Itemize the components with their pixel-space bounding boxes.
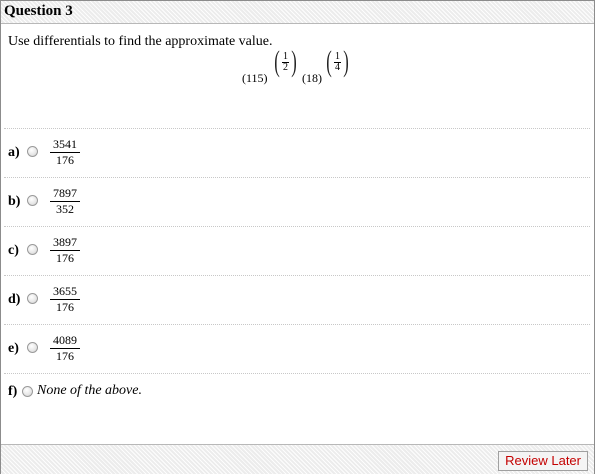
- option-e-fraction: 4089 176: [50, 334, 80, 363]
- question-footer: Review Later: [1, 444, 594, 474]
- review-later-button[interactable]: Review Later: [498, 451, 588, 471]
- divider: [4, 177, 590, 178]
- fraction-denominator: 352: [56, 202, 74, 216]
- divider: [4, 128, 590, 129]
- question-prompt: Use differentials to find the approximat…: [8, 34, 273, 49]
- fraction-numerator: 3897: [50, 236, 80, 251]
- exponent-1-numerator: 1: [282, 50, 289, 63]
- option-letter: d): [8, 292, 21, 307]
- option-f[interactable]: f) None of the above.: [8, 381, 308, 421]
- fraction-numerator: 4089: [50, 334, 80, 349]
- fraction-denominator: 176: [56, 251, 74, 265]
- option-a-radio[interactable]: [27, 146, 38, 157]
- option-b-fraction: 7897 352: [50, 187, 80, 216]
- fraction-denominator: 176: [56, 349, 74, 363]
- divider: [4, 275, 590, 276]
- fraction-denominator: 176: [56, 300, 74, 314]
- exponent-1-denominator: 2: [283, 61, 288, 73]
- option-letter: b): [8, 194, 21, 209]
- option-f-radio[interactable]: [22, 386, 33, 397]
- fraction-numerator: 7897: [50, 187, 80, 202]
- option-a-fraction: 3541 176: [50, 138, 80, 167]
- divider: [4, 324, 590, 325]
- question-title: Question 3: [4, 3, 73, 19]
- option-e-radio[interactable]: [27, 342, 38, 353]
- expression-exponent-1: ( 1 2 ): [274, 45, 297, 78]
- option-letter: a): [8, 145, 20, 160]
- option-letter: c): [8, 243, 19, 258]
- question-header: Question 3: [1, 1, 594, 24]
- option-c-radio[interactable]: [27, 244, 38, 255]
- fraction-denominator: 176: [56, 153, 74, 167]
- fraction-numerator: 3541: [50, 138, 80, 153]
- expression-exponent-2: ( 1 4 ): [326, 45, 349, 78]
- option-d-fraction: 3655 176: [50, 285, 80, 314]
- option-f-text: None of the above.: [37, 383, 142, 398]
- exponent-2-numerator: 1: [334, 50, 341, 63]
- option-c-fraction: 3897 176: [50, 236, 80, 265]
- option-d-radio[interactable]: [27, 293, 38, 304]
- option-b-radio[interactable]: [27, 195, 38, 206]
- exponent-2-denominator: 4: [335, 61, 340, 73]
- expression-base-2: (18): [302, 71, 322, 85]
- option-letter: f): [8, 384, 18, 399]
- fraction-numerator: 3655: [50, 285, 80, 300]
- divider: [4, 373, 590, 374]
- question-panel: Question 3 Use differentials to find the…: [0, 0, 595, 474]
- expression-base-1: (115): [242, 71, 268, 85]
- option-letter: e): [8, 341, 19, 356]
- divider: [4, 226, 590, 227]
